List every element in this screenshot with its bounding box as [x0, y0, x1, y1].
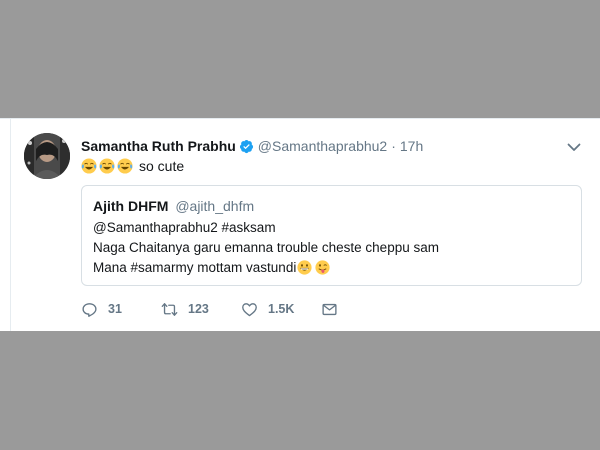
tears-of-joy-emoji-icon — [99, 158, 115, 174]
tweet-header: Samantha Ruth Prabhu @Samanthaprabhu2 · … — [81, 136, 423, 156]
verified-badge-icon — [239, 139, 253, 153]
quoted-author-name: Ajith DHFM — [93, 198, 169, 214]
tweet-timestamp[interactable]: 17h — [400, 138, 423, 154]
reply-count: 31 — [108, 302, 122, 316]
header-separator: · — [391, 138, 396, 154]
author-handle[interactable]: @Samanthaprabhu2 — [258, 138, 387, 154]
reply-icon — [82, 302, 97, 317]
like-count: 1.5K — [268, 302, 295, 316]
tweet-text: so cute — [81, 156, 184, 176]
reply-button[interactable]: 31 — [81, 301, 161, 318]
quoted-text-line: Naga Chaitanya garu emanna trouble chest… — [93, 240, 439, 255]
quoted-text: Mana #samarmy mottam vastundi — [93, 260, 297, 275]
chevron-down-icon[interactable] — [566, 139, 582, 155]
tweet-card: Samantha Ruth Prabhu @Samanthaprabhu2 · … — [0, 118, 600, 332]
tweet-actions: 31 123 1.5K — [81, 299, 338, 319]
grinning-face-emoji-icon — [297, 260, 312, 275]
tweet-body-text: so cute — [139, 158, 185, 174]
like-button[interactable]: 1.5K — [241, 301, 321, 318]
retweet-icon — [161, 302, 178, 316]
direct-message-button[interactable] — [321, 301, 338, 318]
tears-of-joy-emoji-icon — [117, 158, 133, 174]
quoted-text: Naga Chaitanya garu emanna trouble chest… — [93, 240, 439, 255]
avatar-photo — [24, 133, 70, 179]
envelope-icon — [322, 303, 337, 315]
quoted-mentions: @Samanthaprabhu2 #asksam — [93, 220, 276, 235]
quoted-text-line: @Samanthaprabhu2 #asksam — [93, 220, 276, 235]
quoted-tweet[interactable]: Ajith DHFM @ajith_dhfm @Samanthaprabhu2 … — [81, 185, 582, 286]
retweet-count: 123 — [188, 302, 209, 316]
top-gray-band — [0, 0, 600, 118]
quoted-tweet-header: Ajith DHFM @ajith_dhfm — [93, 198, 254, 214]
heart-icon — [242, 302, 257, 316]
bottom-gray-band — [0, 331, 600, 450]
retweet-button[interactable]: 123 — [161, 301, 241, 318]
quoted-author-handle: @ajith_dhfm — [175, 198, 255, 214]
author-name[interactable]: Samantha Ruth Prabhu — [81, 138, 236, 154]
tears-of-joy-emoji-icon — [81, 158, 97, 174]
quoted-text-line: Mana #samarmy mottam vastundi — [93, 260, 332, 275]
winking-tongue-emoji-icon — [315, 260, 330, 275]
avatar[interactable] — [24, 133, 70, 179]
